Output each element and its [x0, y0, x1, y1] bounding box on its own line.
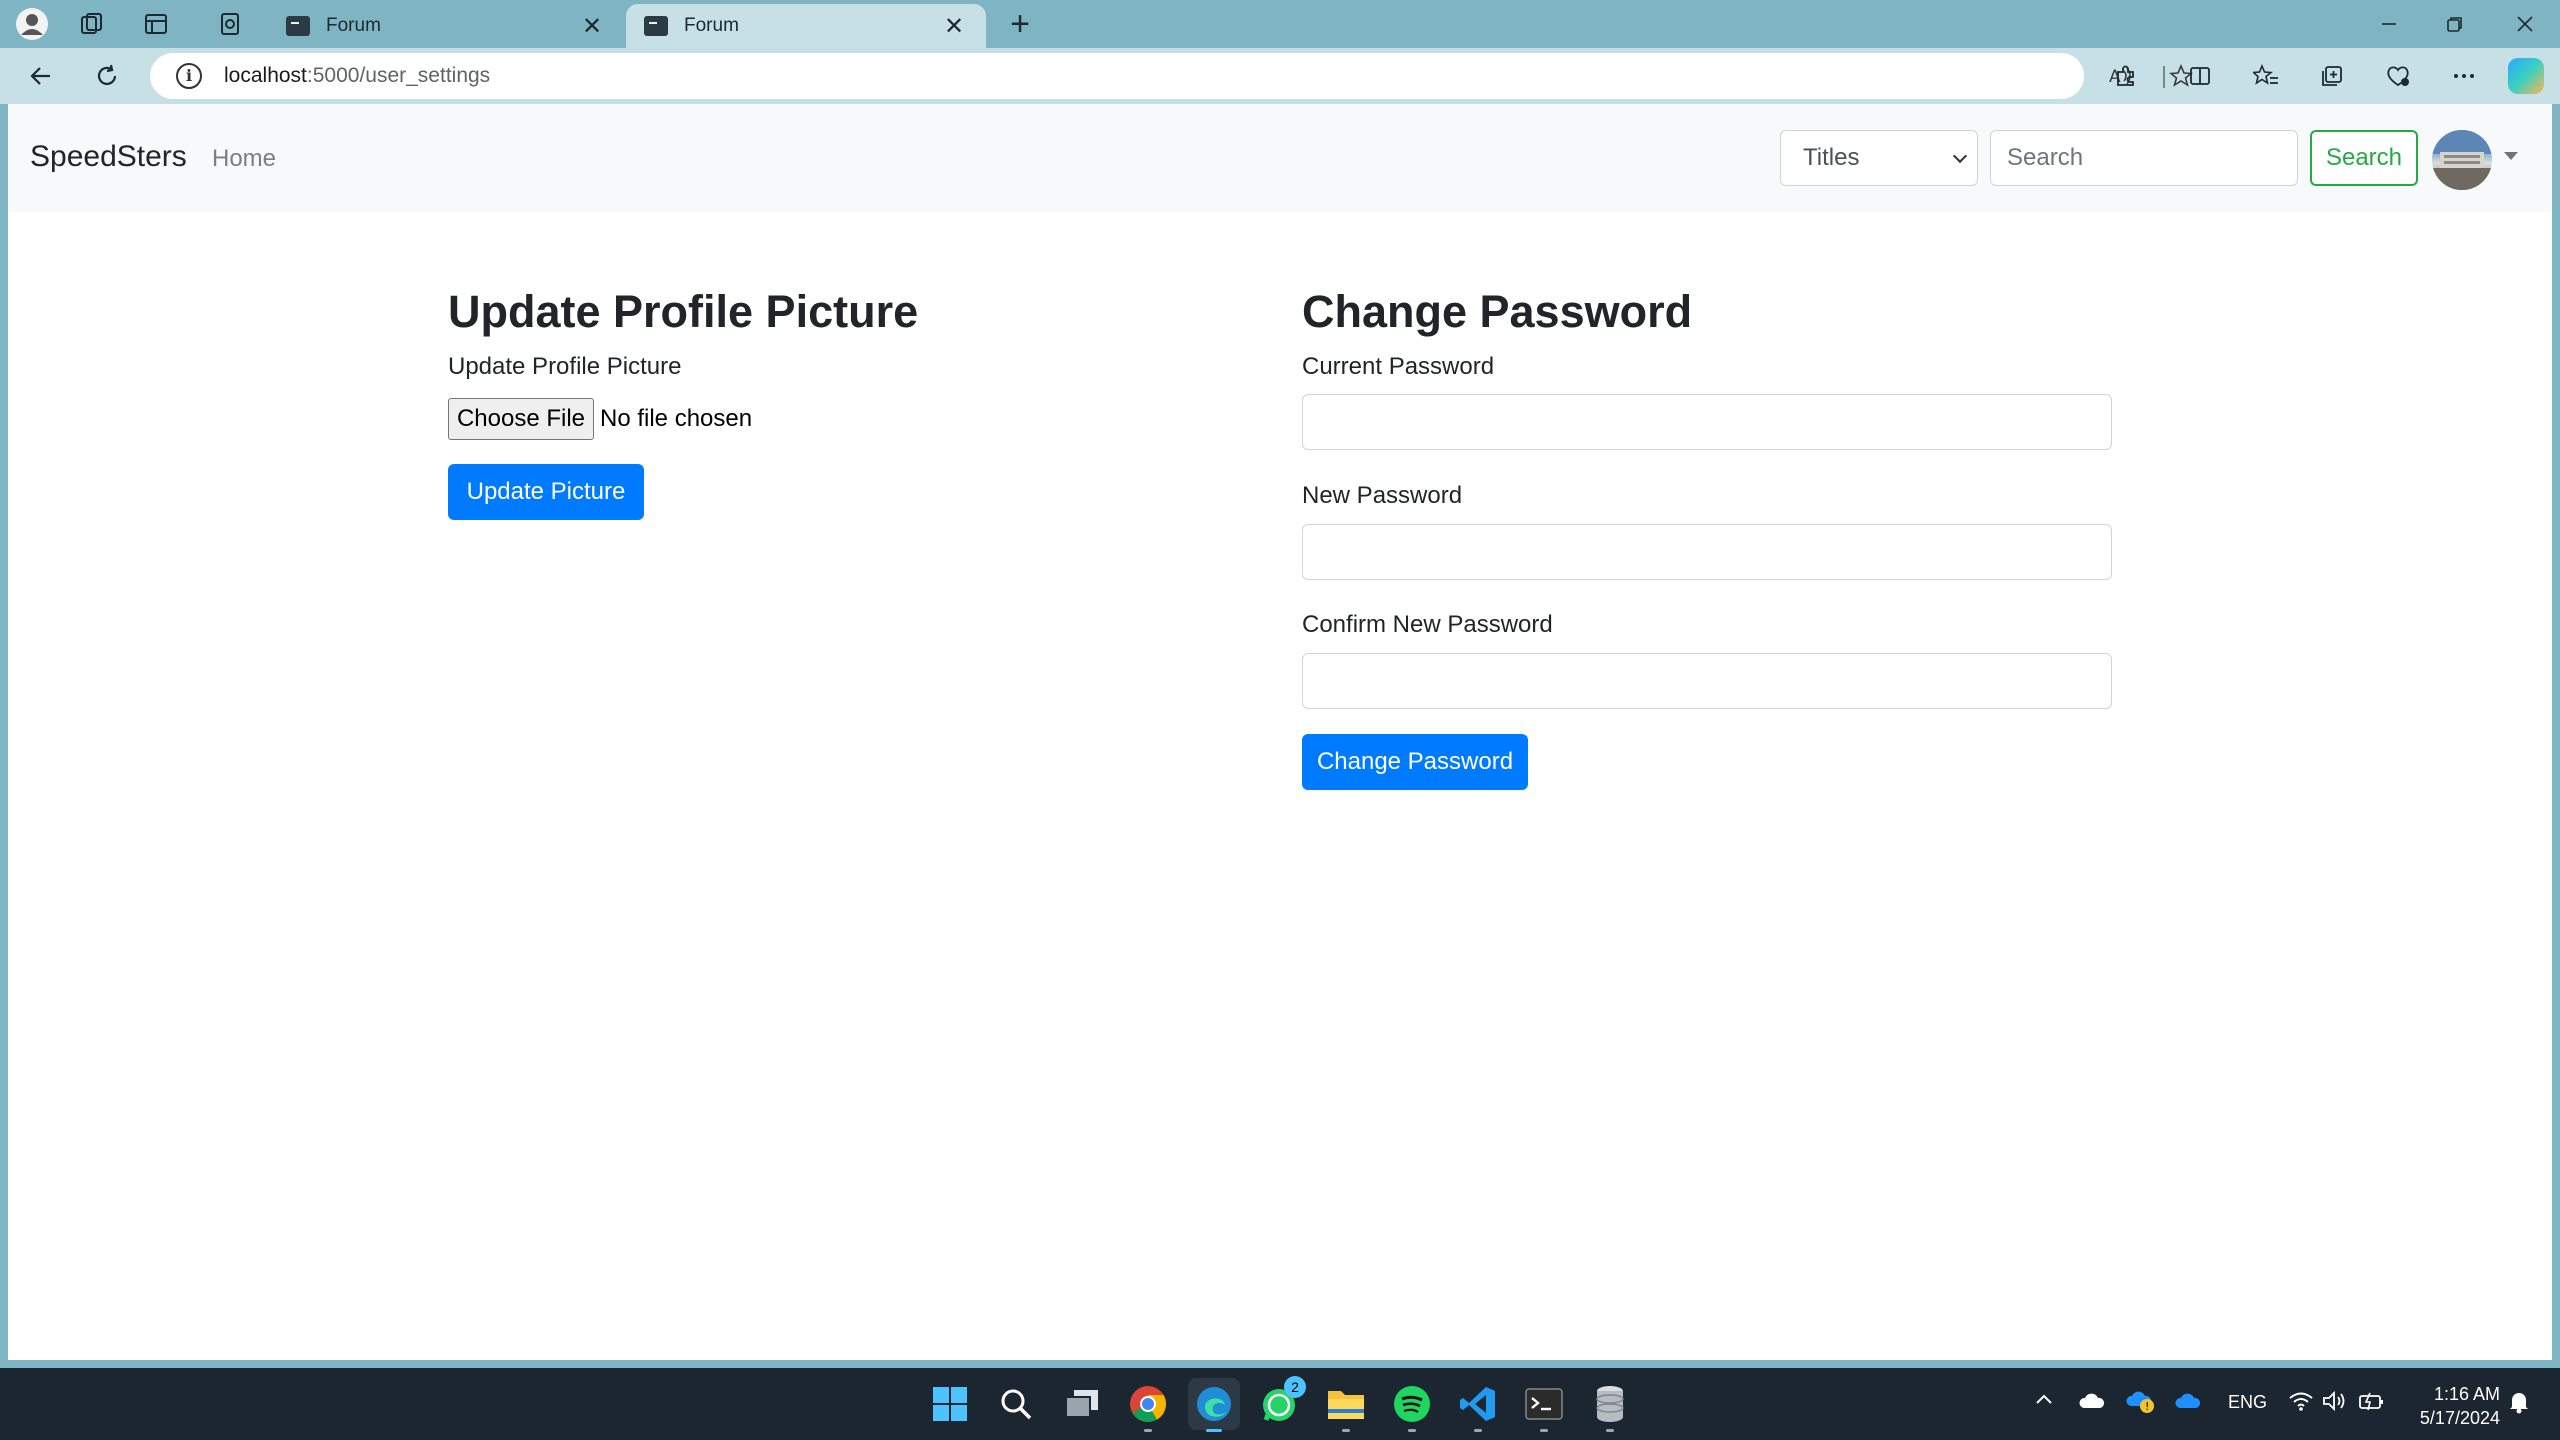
spotify-icon[interactable] [1386, 1378, 1438, 1432]
update-picture-button[interactable]: Update Picture [448, 464, 644, 520]
confirm-password-label: Confirm New Password [1302, 611, 1553, 638]
copilot-icon[interactable] [2508, 58, 2544, 94]
extensions-icon[interactable] [2104, 56, 2148, 96]
site-navbar: SpeedSters Home Titles Search [8, 104, 2552, 212]
site-brand[interactable]: SpeedSters [30, 140, 187, 174]
file-explorer-icon[interactable] [1320, 1378, 1372, 1432]
vscode-icon[interactable] [1452, 1378, 1504, 1432]
new-password-label: New Password [1302, 482, 1463, 509]
profile-picture-label: Update Profile Picture [448, 353, 682, 380]
running-indicator [1342, 1429, 1350, 1432]
onedrive-business-icon[interactable] [2174, 1392, 2202, 1416]
new-tab-icon[interactable]: + [1000, 6, 1040, 42]
tab-forum-1[interactable]: Forum ✕ [268, 4, 624, 48]
site-info-icon[interactable]: i [176, 63, 202, 89]
choose-file-button[interactable]: Choose File [448, 398, 594, 440]
user-menu-caret-icon[interactable] [2504, 152, 2518, 160]
profile-picture-heading: Update Profile Picture [448, 286, 919, 337]
refresh-icon[interactable] [86, 56, 128, 96]
close-tab-icon[interactable]: ✕ [578, 12, 606, 41]
collections-icon[interactable] [2310, 56, 2354, 96]
pinned-tab-icon[interactable] [208, 6, 252, 42]
edge-icon[interactable] [1188, 1378, 1240, 1432]
active-indicator [1206, 1429, 1222, 1432]
onedrive-icon[interactable] [2078, 1392, 2106, 1416]
terminal-favicon-icon [644, 16, 668, 36]
file-status-text: No file chosen [600, 405, 753, 432]
search-icon[interactable] [990, 1378, 1042, 1430]
tray-overflow-icon[interactable] [2034, 1390, 2054, 1416]
windows-start-icon[interactable] [924, 1378, 976, 1430]
more-options-icon[interactable] [2442, 56, 2486, 96]
tab-title: Forum [684, 15, 739, 36]
task-view-icon[interactable] [1056, 1378, 1108, 1430]
tab-forum-2[interactable]: Forum ✕ [626, 4, 986, 48]
change-password-heading: Change Password [1302, 286, 1693, 337]
whatsapp-icon[interactable]: 2 [1254, 1376, 1306, 1430]
running-indicator [1540, 1429, 1548, 1432]
new-password-input[interactable] [1302, 524, 2112, 580]
change-password-button[interactable]: Change Password [1302, 734, 1528, 790]
page-viewport: SpeedSters Home Titles Search Update Pro… [8, 104, 2552, 1360]
back-icon[interactable] [20, 56, 62, 96]
clock-time: 1:16 AM [2433, 1384, 2500, 1404]
close-tab-icon[interactable]: ✕ [940, 12, 968, 41]
close-window-icon[interactable] [2492, 0, 2558, 48]
user-avatar[interactable] [2432, 130, 2492, 190]
browser-tab-strip: Forum ✕ Forum ✕ + [0, 0, 2560, 48]
database-icon[interactable] [1584, 1378, 1636, 1432]
svg-text:!: ! [2145, 1400, 2149, 1413]
language-indicator[interactable]: ENG [2228, 1392, 2267, 1413]
search-type-select[interactable]: Titles [1780, 130, 1978, 186]
volume-icon[interactable] [2322, 1390, 2348, 1418]
notification-badge: 2 [1284, 1376, 1306, 1398]
minimize-icon[interactable] [2356, 0, 2422, 48]
confirm-password-input[interactable] [1302, 653, 2112, 709]
current-password-input[interactable] [1302, 394, 2112, 450]
running-indicator [1606, 1429, 1614, 1432]
running-indicator [1474, 1429, 1482, 1432]
address-bar[interactable]: i localhost:5000/user_settings A [150, 53, 2193, 99]
tab-actions-icon[interactable] [134, 6, 178, 42]
workspaces-icon[interactable] [70, 6, 114, 42]
browser-essentials-icon[interactable] [2376, 56, 2420, 96]
battery-icon[interactable] [2358, 1390, 2386, 1418]
favorites-icon[interactable] [2244, 56, 2288, 96]
search-button[interactable]: Search [2310, 130, 2418, 186]
search-type-value: Titles [1803, 144, 1860, 171]
toolbar-divider [2163, 66, 2165, 88]
wifi-icon[interactable] [2288, 1390, 2314, 1418]
profile-icon[interactable] [10, 6, 54, 42]
nav-home-link[interactable]: Home [212, 145, 276, 173]
current-password-label: Current Password [1302, 353, 1495, 380]
url-host: localhost [224, 64, 307, 87]
notification-bell-icon[interactable] [2508, 1390, 2530, 1420]
running-indicator [1144, 1429, 1152, 1432]
tab-title: Forum [326, 15, 381, 36]
browser-toolbar: i localhost:5000/user_settings A [0, 48, 2560, 104]
chevron-down-icon [1952, 148, 1968, 164]
running-indicator [1408, 1429, 1416, 1432]
terminal-favicon-icon [286, 16, 310, 36]
onedrive-warning-icon[interactable]: ! [2126, 1390, 2156, 1420]
chrome-icon[interactable] [1122, 1378, 1174, 1432]
search-input[interactable] [1990, 130, 2298, 186]
clock-date: 5/17/2024 [2419, 1408, 2500, 1428]
split-screen-icon[interactable] [2178, 56, 2222, 96]
windows-taskbar: 2 ! ENG 1:16 AM 5/17/2024 [0, 1368, 2560, 1440]
url-path: :5000/user_settings [306, 64, 491, 87]
system-clock[interactable]: 1:16 AM 5/17/2024 [2404, 1382, 2500, 1430]
terminal-icon[interactable] [1518, 1378, 1570, 1432]
restore-icon[interactable] [2422, 0, 2488, 48]
